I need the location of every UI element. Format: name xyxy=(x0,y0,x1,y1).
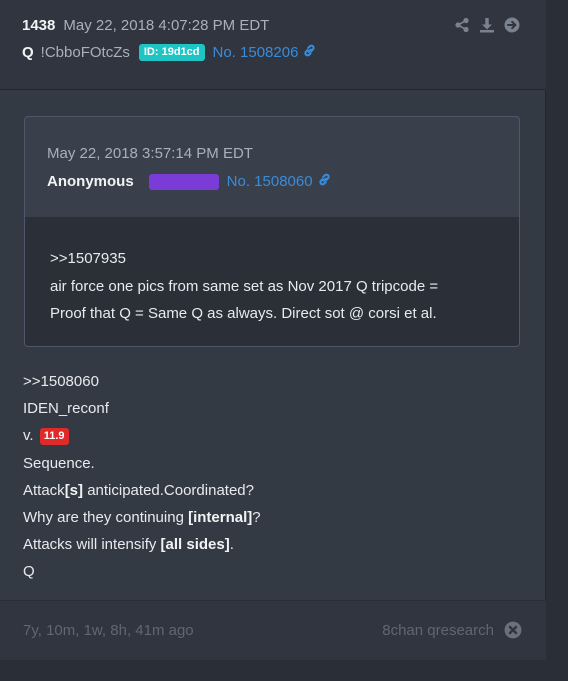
body-bold-text: [internal] xyxy=(188,509,253,527)
body-text: anticipated.Coordinated? xyxy=(83,481,254,499)
post-header: 1438 May 22, 2018 4:07:28 PM EDT Q !CbboF… xyxy=(0,0,546,90)
link-icon[interactable] xyxy=(317,172,332,191)
share-icon[interactable] xyxy=(454,17,470,33)
body-line: Why are they continuing [internal]? xyxy=(23,504,261,531)
version-badge: 11.9 xyxy=(39,428,69,446)
body-text: Attacks will intensify xyxy=(23,536,161,554)
post-actions xyxy=(454,17,520,33)
body-bold-text: [s] xyxy=(64,481,84,499)
quoted-post-text: >>1507935 air force one pics from same s… xyxy=(50,245,438,328)
time-ago: 7y, 10m, 1w, 8h, 41m ago xyxy=(23,622,194,639)
quoted-text-line: Proof that Q = Same Q as always. Direct … xyxy=(50,305,437,322)
download-icon[interactable] xyxy=(479,17,495,33)
post-footer: 7y, 10m, 1w, 8h, 41m ago 8chan qresearch xyxy=(0,600,546,660)
body-line: IDEN_reconf xyxy=(23,400,109,418)
quoted-post-number-link[interactable]: No. 1508060 xyxy=(227,173,313,190)
body-text: Why are they continuing xyxy=(23,509,189,527)
body-line: Attacks will intensify [all sides]. xyxy=(23,531,261,558)
link-icon[interactable] xyxy=(302,43,317,62)
quoted-id-badge xyxy=(148,173,219,190)
body-line: Q xyxy=(23,563,35,581)
arrow-circle-right-icon[interactable] xyxy=(504,17,520,33)
body-line: v. 11.9 xyxy=(23,422,261,449)
quoted-reply-link[interactable]: >>1507935 xyxy=(50,245,438,273)
post-date: May 22, 2018 4:07:28 PM EDT xyxy=(63,17,270,34)
id-badge: ID: 19d1cd xyxy=(138,44,205,61)
source-label: 8chan qresearch xyxy=(382,622,494,639)
quoted-post-author-line: Anonymous No. 1508060 xyxy=(47,172,332,191)
reply-link[interactable]: >>1508060 xyxy=(23,368,261,395)
post-number-link[interactable]: No. 1508206 xyxy=(213,44,299,61)
body-text: ? xyxy=(252,509,261,527)
post-meta-line: 1438 May 22, 2018 4:07:28 PM EDT xyxy=(22,17,269,34)
body-bold-text: [all sides] xyxy=(160,536,230,554)
quoted-text-line: air force one pics from same set as Nov … xyxy=(50,277,439,295)
body-text: Attack xyxy=(23,481,65,499)
close-icon[interactable] xyxy=(504,621,522,639)
author-name: Q xyxy=(22,44,34,61)
quoted-post-body: >>1507935 air force one pics from same s… xyxy=(25,218,519,346)
body-line: Sequence. xyxy=(23,454,95,472)
version-prefix: v. xyxy=(23,427,34,445)
body-line: Attack[s] anticipated.Coordinated? xyxy=(23,477,261,504)
post-author-line: Q !CbboFOtcZs ID: 19d1cd No. 1508206 xyxy=(22,43,317,62)
body-text: . xyxy=(229,536,234,554)
quoted-author-name: Anonymous xyxy=(47,173,134,190)
quoted-post-header: May 22, 2018 3:57:14 PM EDT Anonymous No… xyxy=(25,117,519,218)
quoted-post-date: May 22, 2018 3:57:14 PM EDT xyxy=(47,145,253,162)
quoted-post: May 22, 2018 3:57:14 PM EDT Anonymous No… xyxy=(24,116,520,347)
post-number: 1438 xyxy=(22,17,56,34)
post-card: 1438 May 22, 2018 4:07:28 PM EDT Q !CbboF… xyxy=(0,0,546,660)
post-body: >>1508060 IDEN_reconf v. 11.9 Sequence. … xyxy=(23,368,261,586)
tripcode: !CbboFOtcZs xyxy=(40,44,130,61)
